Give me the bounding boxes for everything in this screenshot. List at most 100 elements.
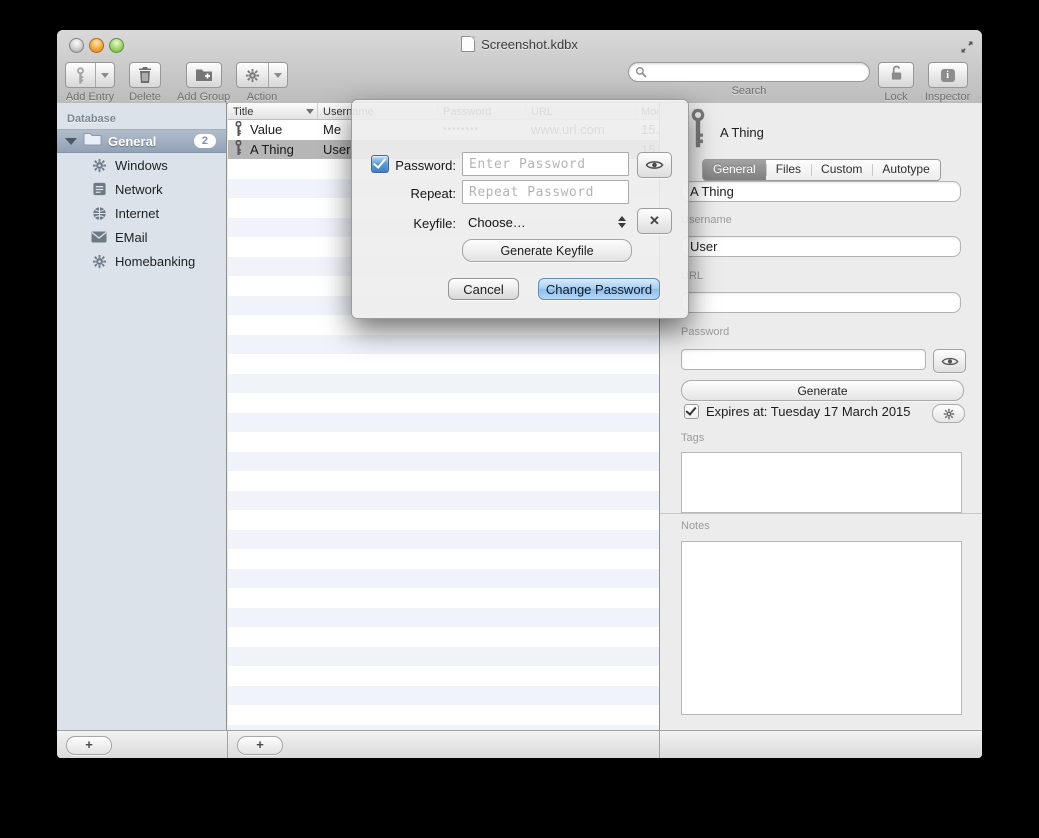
table-row-empty: [228, 530, 659, 550]
sort-indicator-icon: [306, 109, 314, 114]
inspector-label: Inspector: [925, 91, 970, 103]
change-password-button[interactable]: Change Password: [538, 278, 660, 300]
sidebar-item-internet[interactable]: Internet: [57, 201, 226, 225]
entry-title: A Thing: [720, 125, 764, 140]
table-row-empty: [228, 647, 659, 667]
tab-files[interactable]: Files: [766, 160, 811, 180]
add-group-label: Add Group: [177, 91, 230, 103]
expires-label: Expires at: Tuesday 17 March 2015: [706, 404, 911, 419]
lock-button[interactable]: [878, 62, 914, 88]
add-entry-label: Add Entry: [66, 91, 114, 103]
chevron-down-icon: [101, 73, 109, 78]
cancel-button[interactable]: Cancel: [448, 278, 519, 300]
generate-keyfile-button[interactable]: Generate Keyfile: [462, 239, 632, 262]
table-row-empty: [228, 393, 659, 413]
fullscreen-icon[interactable]: [959, 39, 975, 55]
column-header-title[interactable]: Title: [228, 103, 318, 119]
show-password-button[interactable]: [637, 152, 672, 178]
add-entry-footer-button[interactable]: +: [237, 736, 283, 755]
table-row-empty: [228, 705, 659, 725]
globe-icon: [90, 206, 108, 221]
gear-icon: [943, 408, 955, 420]
table-row-empty: [228, 354, 659, 374]
tags-textarea[interactable]: [681, 452, 962, 513]
expires-options-button[interactable]: [932, 404, 965, 423]
window-header: Screenshot.kdbx Add Entry: [57, 30, 982, 104]
key-icon: [233, 140, 244, 158]
cell-text: Me: [323, 122, 341, 137]
delete-group: Delete: [129, 62, 161, 103]
search-group: Search: [628, 62, 870, 97]
sidebar-item-windows[interactable]: Windows: [57, 153, 226, 177]
enter-password-input[interactable]: [462, 152, 629, 176]
disclosure-triangle-icon[interactable]: [65, 138, 77, 145]
popover-repeat-label: Repeat:: [352, 186, 456, 201]
add-entry-group: Add Entry: [65, 62, 115, 103]
sidebar-item-label: Internet: [115, 206, 159, 221]
title-field[interactable]: [681, 181, 961, 202]
search-field[interactable]: [628, 62, 870, 82]
add-group-button[interactable]: [186, 62, 222, 88]
keyfile-select[interactable]: Choose…: [468, 211, 630, 233]
sidebar-group-general[interactable]: General 2: [57, 129, 226, 153]
window-title: Screenshot.kdbx: [481, 37, 578, 52]
expires-checkbox[interactable]: [684, 404, 699, 419]
tab-autotype[interactable]: Autotype: [872, 160, 939, 180]
search-input[interactable]: [651, 64, 863, 80]
expires-row: Expires at: Tuesday 17 March 2015: [684, 404, 911, 419]
add-group-footer-button[interactable]: +: [66, 736, 112, 755]
table-row-empty: [228, 413, 659, 433]
password-field[interactable]: [681, 349, 926, 370]
lock-group: Lock: [878, 62, 914, 103]
action-button[interactable]: [236, 62, 288, 88]
table-row-empty: [228, 608, 659, 628]
notes-textarea[interactable]: [681, 541, 962, 715]
sidebar-section-header: Database: [67, 113, 226, 125]
gear-icon: [90, 254, 108, 269]
table-row-empty: [228, 686, 659, 706]
url-field[interactable]: [681, 292, 961, 313]
title-container: Screenshot.kdbx: [57, 30, 982, 58]
inspector-tabs: GeneralFilesCustomAutotype: [702, 159, 941, 181]
tags-label: Tags: [681, 432, 704, 444]
tab-custom[interactable]: Custom: [811, 160, 872, 180]
table-row-empty: [228, 335, 659, 355]
section-divider: [660, 513, 982, 514]
repeat-password-input[interactable]: [462, 180, 629, 204]
chevron-down-icon: [274, 73, 282, 78]
divider: [227, 731, 228, 758]
action-group: Action: [236, 62, 288, 103]
table-row-empty: [228, 666, 659, 686]
trash-icon: [130, 63, 160, 87]
username-field[interactable]: [681, 236, 961, 257]
action-label: Action: [247, 91, 278, 103]
cell-title: A Thing: [228, 140, 318, 158]
popover-password-label: Password:: [352, 158, 456, 173]
reveal-password-button[interactable]: [933, 349, 966, 373]
password-label: Password: [681, 326, 729, 338]
add-entry-button[interactable]: [65, 62, 115, 88]
inspector-button[interactable]: i: [928, 62, 968, 88]
cell-text: A Thing: [250, 142, 294, 157]
generate-password-button[interactable]: Generate: [681, 380, 964, 401]
clear-keyfile-button[interactable]: ✕: [637, 208, 672, 234]
titlebar[interactable]: Screenshot.kdbx: [57, 30, 982, 58]
table-row-empty: [228, 510, 659, 530]
sidebar-item-network[interactable]: Network: [57, 177, 226, 201]
search-icon: [635, 66, 647, 78]
sidebar-item-homebanking[interactable]: Homebanking: [57, 249, 226, 273]
column-header-label: Title: [233, 106, 253, 118]
key-icon: [66, 63, 95, 87]
sidebar-item-email[interactable]: EMail: [57, 225, 226, 249]
inspector-panel: A Thing GeneralFilesCustomAutotype Usern…: [659, 103, 982, 730]
sidebar-item-label: Homebanking: [115, 254, 195, 269]
gear-icon: [237, 63, 268, 87]
delete-button[interactable]: [129, 62, 161, 88]
table-row-empty: [228, 627, 659, 647]
action-dropdown[interactable]: [268, 63, 287, 87]
server-icon: [90, 182, 108, 196]
table-row-empty: [228, 588, 659, 608]
divider: [659, 731, 660, 758]
tab-general[interactable]: General: [703, 160, 766, 180]
add-entry-dropdown[interactable]: [95, 63, 114, 87]
